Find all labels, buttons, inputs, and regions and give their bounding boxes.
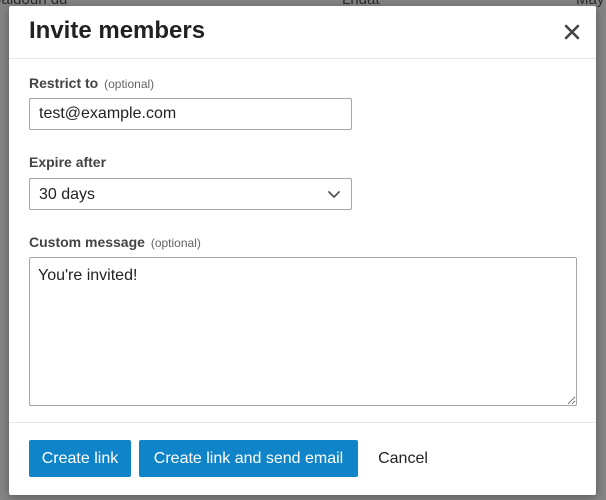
chevron-down-icon — [326, 188, 342, 202]
expire-after-select[interactable]: 30 days — [29, 178, 352, 210]
dialog-header: Invite members — [9, 6, 596, 59]
cancel-button[interactable]: Cancel — [367, 440, 439, 477]
create-link-button[interactable]: Create link — [29, 440, 131, 477]
custom-message-label: Custom message (optional) — [29, 234, 201, 250]
expire-after-label: Expire after — [29, 154, 107, 170]
expire-after-value: 30 days — [39, 186, 96, 203]
restrict-to-label: Restrict to (optional) — [29, 75, 154, 91]
dialog-footer: Create link Create link and send email C… — [9, 422, 596, 495]
optional-hint: (optional) — [104, 77, 155, 91]
dialog-title: Invite members — [29, 17, 206, 44]
optional-hint: (optional) — [150, 236, 201, 250]
custom-message-textarea[interactable]: You're invited! — [29, 257, 577, 406]
create-link-send-email-button[interactable]: Create link and send email — [139, 440, 358, 477]
close-icon[interactable] — [560, 20, 584, 44]
custom-message-label-text: Custom message — [29, 234, 145, 250]
restrict-to-label-text: Restrict to — [29, 75, 99, 91]
restrict-to-input[interactable] — [29, 98, 352, 130]
invite-members-dialog: Invite members Restrict to (optional) Ex… — [9, 6, 596, 495]
